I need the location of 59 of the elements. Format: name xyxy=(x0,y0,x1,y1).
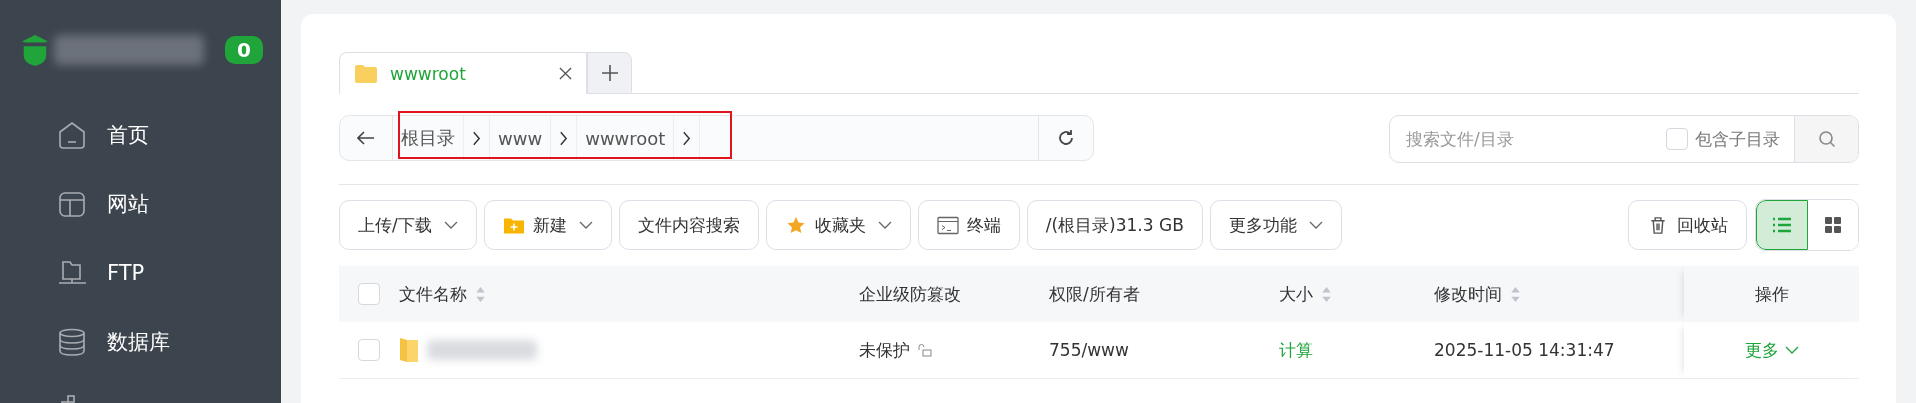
search-icon xyxy=(1817,130,1836,148)
toolbar-button[interactable]: 收藏夹 xyxy=(765,200,911,250)
close-icon[interactable] xyxy=(559,67,572,80)
toolbar-button[interactable]: 新建 xyxy=(483,200,612,250)
folder-icon xyxy=(354,63,378,84)
chevron-down-icon xyxy=(1308,221,1323,229)
sidebar-item[interactable]: 网站 xyxy=(0,169,281,238)
database-icon xyxy=(59,328,85,356)
sort-icon[interactable] xyxy=(1510,285,1521,303)
chevron-right-icon xyxy=(472,130,481,146)
column-header[interactable]: 企业级防篡改 xyxy=(859,282,961,306)
column-header[interactable]: 操作 xyxy=(1754,282,1789,306)
subdirectory-checkbox[interactable]: 包含子目录 xyxy=(1666,127,1794,151)
column-header[interactable]: 大小 xyxy=(1279,282,1313,306)
shield-logo-icon xyxy=(20,33,50,67)
terminal-icon xyxy=(936,215,959,235)
toolbar-button[interactable]: /(根目录)31.3 GB xyxy=(1026,200,1203,250)
toolbar-button[interactable]: 更多功能 xyxy=(1209,200,1342,250)
breadcrumb-link[interactable]: 根目录 xyxy=(393,116,464,160)
folder-network-icon xyxy=(58,260,87,284)
chevron-down-icon xyxy=(578,221,593,229)
table-cell[interactable]: 755/www xyxy=(1049,340,1129,360)
home-icon xyxy=(59,121,85,149)
browser-window-icon xyxy=(59,191,85,217)
column-header[interactable]: 权限/所有者 xyxy=(1049,282,1140,306)
table-cell: 未保护 xyxy=(859,338,910,362)
toolbar-button[interactable]: 上传/下载 xyxy=(339,200,477,250)
table-cell: 2025-11-05 14:31:47 xyxy=(1434,340,1615,360)
file-row[interactable]: 未保护 755/www 计算 2025-11-05 14:31:47 更多 xyxy=(339,322,1859,379)
unlock-icon[interactable] xyxy=(918,343,932,357)
select-all-checkbox[interactable] xyxy=(358,283,380,305)
breadcrumb-link[interactable]: wwwroot xyxy=(577,116,675,160)
left-arrow-icon xyxy=(357,131,375,145)
list-icon xyxy=(1772,217,1792,233)
chevron-down-icon xyxy=(1784,346,1799,354)
refresh-icon xyxy=(1057,129,1075,147)
column-header[interactable]: 修改时间 xyxy=(1434,282,1502,306)
search-button[interactable] xyxy=(1794,116,1858,162)
box-icon xyxy=(61,395,75,403)
row-checkbox[interactable] xyxy=(358,339,380,361)
folder-icon xyxy=(399,335,419,365)
column-header[interactable]: 文件名称 xyxy=(399,282,467,306)
toolbar-button[interactable]: 终端 xyxy=(917,200,1020,250)
search-field[interactable]: 搜索文件/目录 包含子目录 xyxy=(1389,115,1859,163)
toolbar-button[interactable]: 文件内容搜索 xyxy=(618,200,759,250)
sidebar-item[interactable]: 数据库 xyxy=(0,307,281,376)
chevron-down-icon xyxy=(443,221,458,229)
add-tab-button[interactable] xyxy=(587,52,632,94)
plus-icon xyxy=(600,64,619,82)
sidebar-item[interactable]: 首页 xyxy=(0,100,281,169)
chevron-down-icon xyxy=(877,221,892,229)
grid-icon xyxy=(1824,216,1842,234)
sidebar-item[interactable]: FTP xyxy=(0,238,281,307)
sort-icon[interactable] xyxy=(475,285,486,303)
breadcrumb-link[interactable]: www xyxy=(490,116,552,160)
chevron-right-icon xyxy=(682,130,692,146)
recycle-bin-button[interactable]: 回收站 xyxy=(1628,200,1747,250)
sort-icon[interactable] xyxy=(1321,285,1332,303)
chevron-right-icon xyxy=(559,130,569,146)
